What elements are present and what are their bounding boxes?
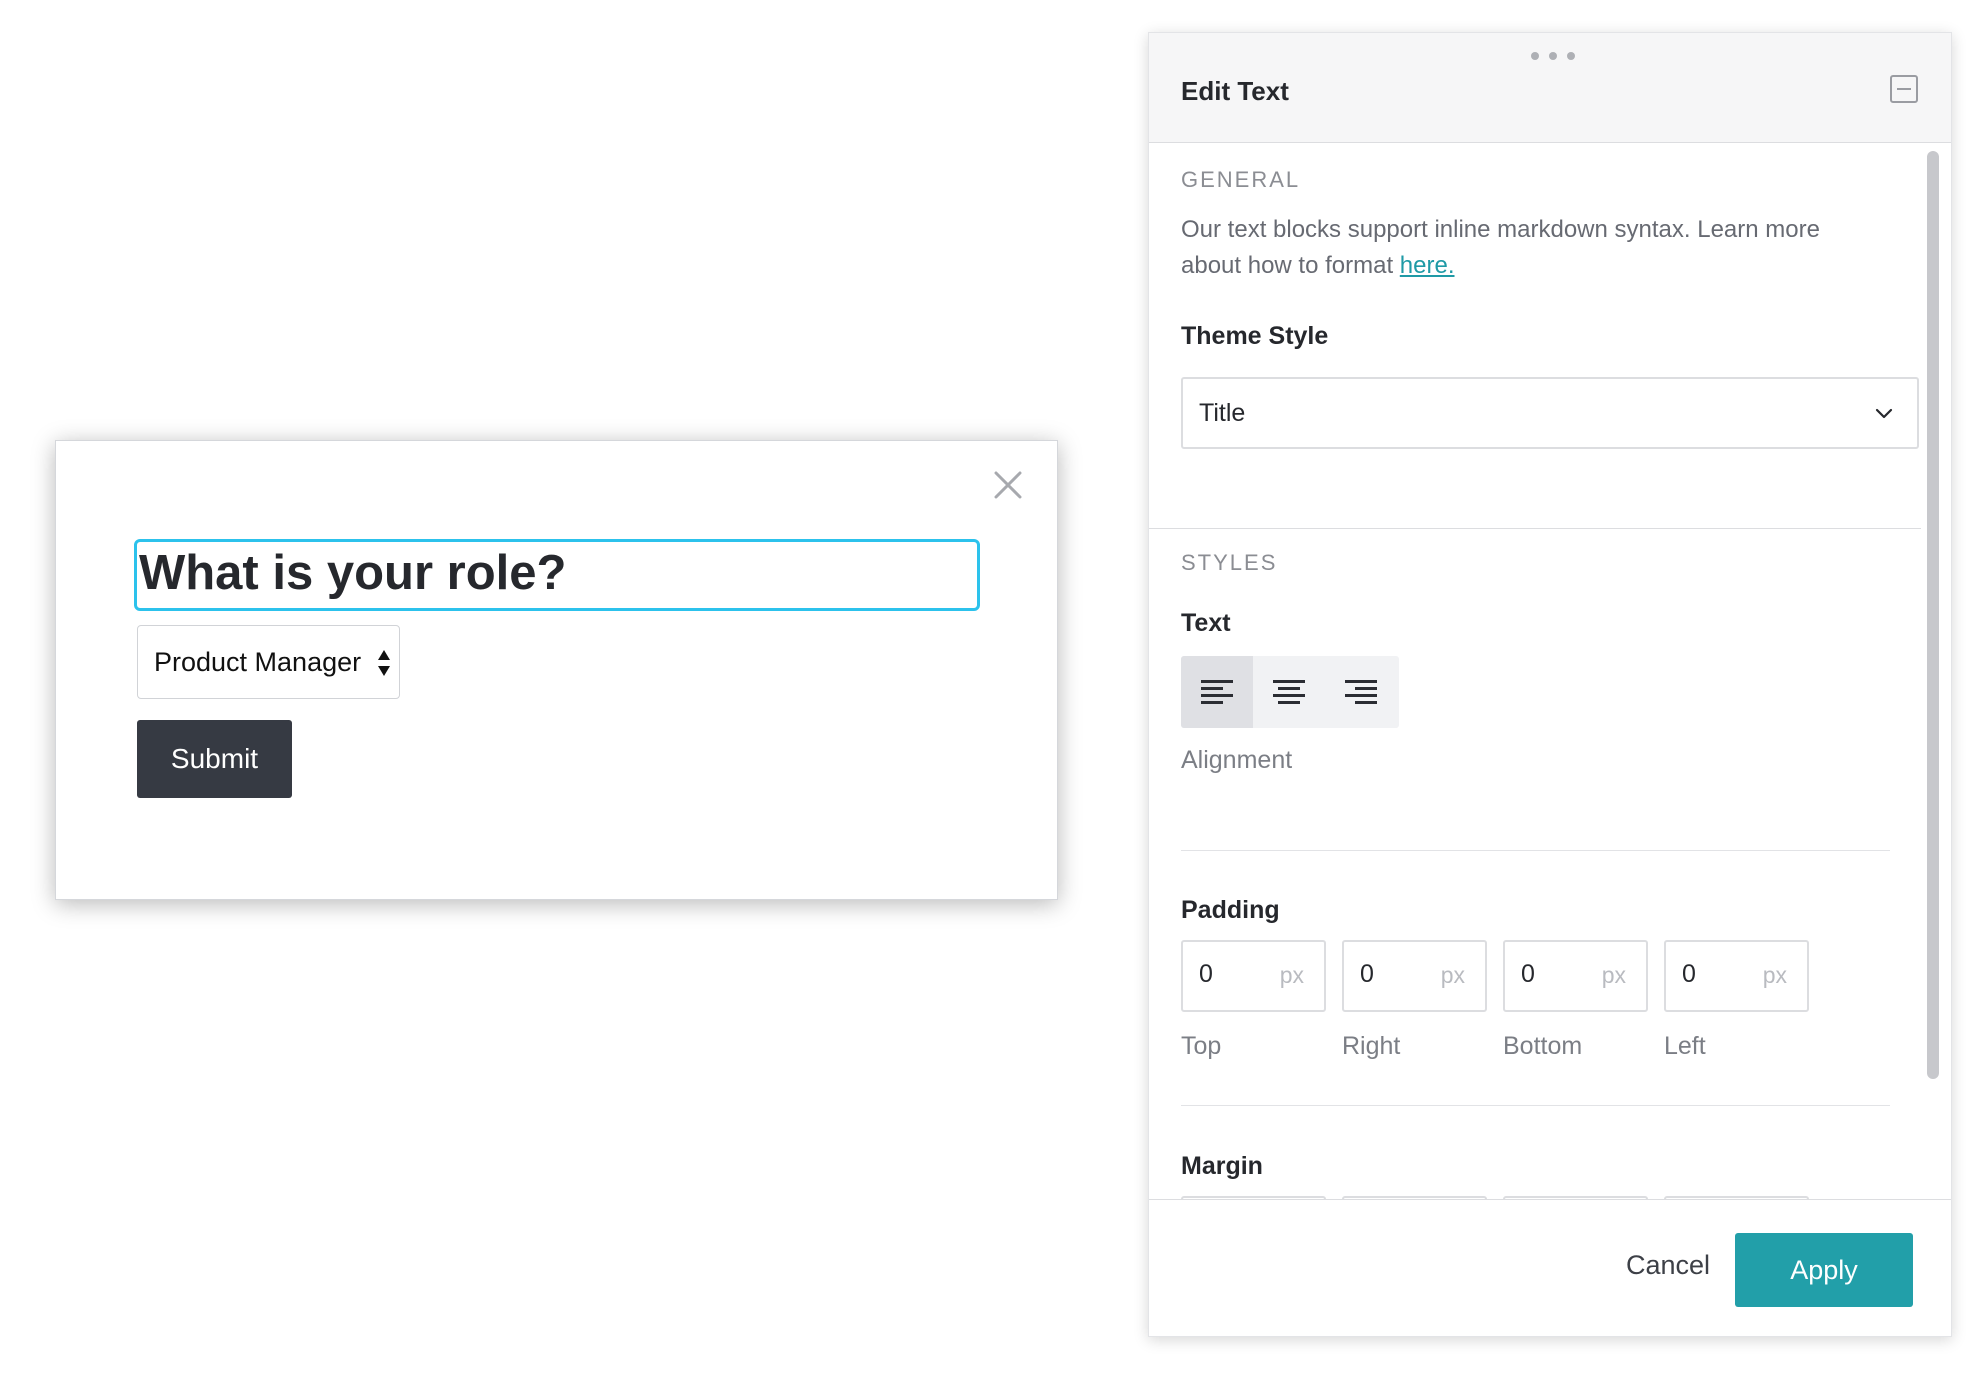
cancel-button[interactable]: Cancel xyxy=(1626,1250,1710,1281)
role-select-value: Product Manager xyxy=(154,646,362,677)
padding-bottom-value: 0 xyxy=(1521,960,1535,988)
chevron-down-icon xyxy=(1875,408,1893,419)
theme-style-select[interactable]: Title xyxy=(1181,377,1919,449)
apply-button[interactable]: Apply xyxy=(1735,1233,1913,1307)
margin-label: Margin xyxy=(1181,1152,1263,1180)
text-style-label: Text xyxy=(1181,609,1231,637)
collapse-icon[interactable] xyxy=(1890,75,1918,103)
alignment-label: Alignment xyxy=(1181,746,1293,774)
align-left-icon xyxy=(1201,680,1233,704)
section-divider xyxy=(1149,528,1921,529)
padding-label: Padding xyxy=(1181,896,1280,924)
padding-bottom-input[interactable]: 0 px xyxy=(1503,940,1648,1012)
align-right-button[interactable] xyxy=(1325,656,1397,728)
alignment-group xyxy=(1181,656,1399,728)
panel-scrollbar[interactable] xyxy=(1927,151,1939,1079)
padding-right-value: 0 xyxy=(1360,960,1374,988)
panel-header: Edit Text xyxy=(1149,33,1951,143)
panel-body: GENERAL Our text blocks support inline m… xyxy=(1149,144,1921,1199)
padding-right-label: Right xyxy=(1342,1032,1401,1060)
panel-title: Edit Text xyxy=(1181,76,1289,106)
align-center-icon xyxy=(1273,680,1305,704)
theme-style-label: Theme Style xyxy=(1181,322,1329,350)
question-text-block[interactable]: What is your role? xyxy=(134,539,980,611)
align-left-button[interactable] xyxy=(1181,656,1253,728)
padding-bottom-label: Bottom xyxy=(1503,1032,1583,1060)
divider xyxy=(1181,850,1890,851)
preview-modal: What is your role? Product Manager Submi… xyxy=(55,440,1058,900)
drag-handle-icon[interactable] xyxy=(1531,49,1575,63)
select-arrows-icon xyxy=(378,650,390,676)
help-text-body: Our text blocks support inline markdown … xyxy=(1181,216,1820,279)
padding-left-input[interactable]: 0 px xyxy=(1664,940,1809,1012)
padding-left-value: 0 xyxy=(1682,960,1696,988)
help-text: Our text blocks support inline markdown … xyxy=(1181,212,1881,284)
theme-style-value: Title xyxy=(1199,398,1246,427)
padding-top-value: 0 xyxy=(1199,960,1213,988)
panel-footer: Cancel Apply xyxy=(1149,1199,1951,1336)
role-select[interactable]: Product Manager xyxy=(137,625,400,699)
px-unit: px xyxy=(1279,962,1304,988)
align-right-icon xyxy=(1345,680,1377,704)
px-unit: px xyxy=(1601,962,1626,988)
section-label-general: GENERAL xyxy=(1181,167,1301,192)
section-label-styles: STYLES xyxy=(1181,550,1278,575)
edit-text-panel: Edit Text GENERAL Our text blocks suppor… xyxy=(1148,32,1952,1337)
submit-button[interactable]: Submit xyxy=(137,720,292,798)
padding-right-input[interactable]: 0 px xyxy=(1342,940,1487,1012)
divider xyxy=(1181,1105,1890,1106)
padding-top-input[interactable]: 0 px xyxy=(1181,940,1326,1012)
close-icon[interactable] xyxy=(988,465,1028,505)
align-center-button[interactable] xyxy=(1253,656,1325,728)
padding-top-label: Top xyxy=(1181,1032,1222,1060)
help-link[interactable]: here. xyxy=(1400,252,1455,279)
px-unit: px xyxy=(1762,962,1787,988)
px-unit: px xyxy=(1440,962,1465,988)
padding-left-label: Left xyxy=(1664,1032,1706,1060)
